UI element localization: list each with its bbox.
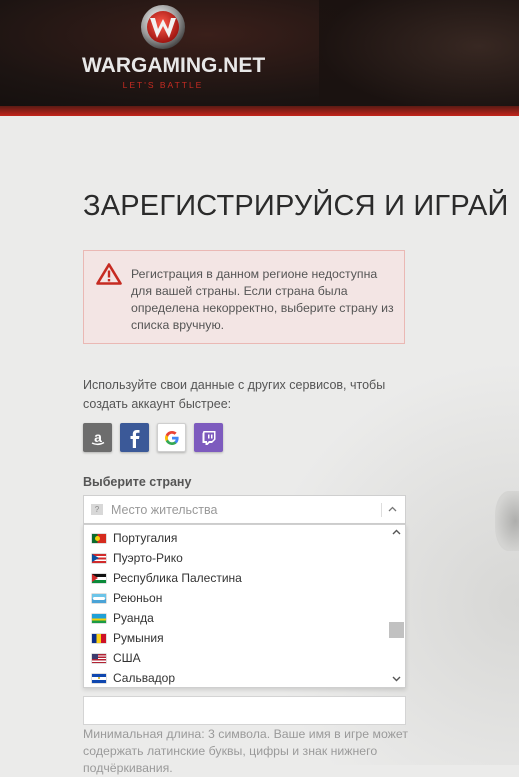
site-header: WARGAMING.NET LET'S BATTLE — [0, 0, 519, 116]
country-option-portugal[interactable]: Португалия — [84, 528, 389, 548]
social-login-prompt: Используйте свои данные с других сервисо… — [83, 378, 386, 411]
scroll-down-arrow-icon[interactable] — [392, 676, 401, 682]
google-login-button[interactable] — [157, 423, 186, 452]
country-option-rwanda[interactable]: Руанда — [84, 608, 389, 628]
palestine-flag-icon — [92, 573, 106, 583]
country-option-palestine[interactable]: Республика Палестина — [84, 568, 389, 588]
game-name-input[interactable] — [83, 696, 406, 725]
warning-triangle-icon — [96, 263, 122, 285]
scrollbar-thumb[interactable] — [389, 622, 404, 638]
usa-flag-icon — [92, 653, 106, 663]
country-option-label: США — [113, 651, 141, 665]
brand-tagline: LET'S BATTLE — [122, 80, 204, 90]
country-select[interactable]: ? Место жительства — [83, 495, 406, 524]
country-option-label: Республика Палестина — [113, 571, 242, 585]
header-background-art — [319, 0, 519, 116]
country-option-label: Португалия — [113, 531, 178, 545]
country-placeholder: Место жительства — [111, 503, 218, 517]
brand-name: WARGAMING.NET — [82, 54, 266, 77]
country-option-label: Румыния — [113, 631, 164, 645]
country-option-label: Пуэрто-Рико — [113, 551, 183, 565]
facebook-login-button[interactable] — [120, 423, 149, 452]
el-salvador-flag-icon — [92, 673, 106, 683]
google-icon — [164, 430, 179, 445]
wargaming-emblem-icon — [141, 5, 185, 49]
facebook-icon — [130, 429, 139, 448]
reunion-flag-icon — [92, 593, 106, 603]
puerto-rico-flag-icon — [92, 553, 106, 563]
select-separator — [381, 503, 382, 517]
game-name-hint: Минимальная длина: 3 символа. Ваше имя в… — [83, 727, 408, 775]
unknown-flag-icon: ? — [91, 504, 103, 515]
country-option-label: Сальвадор — [113, 671, 175, 685]
country-option-label: Реюньон — [113, 591, 163, 605]
country-option-romania[interactable]: Румыния — [84, 628, 389, 648]
country-option-el-salvador[interactable]: Сальвадор — [84, 668, 389, 688]
svg-text:a: a — [94, 429, 102, 445]
region-unavailable-alert: Регистрация в данном регионе недоступна … — [83, 250, 405, 344]
alert-message: Регистрация в данном регионе недоступна … — [131, 267, 394, 332]
country-option-label: Руанда — [113, 611, 154, 625]
country-label: Выберите страну — [83, 475, 192, 489]
romania-flag-icon — [92, 633, 106, 643]
dropdown-scrollbar[interactable] — [388, 525, 405, 687]
amazon-login-button[interactable]: a — [83, 423, 112, 452]
country-dropdown-list[interactable]: Португалия Пуэрто-Рико Республика Палест… — [83, 524, 406, 688]
wargaming-logo[interactable]: WARGAMING.NET LET'S BATTLE — [82, 2, 266, 94]
chevron-up-icon[interactable] — [388, 506, 397, 512]
portugal-flag-icon — [92, 533, 106, 543]
amazon-icon: a — [91, 429, 104, 445]
twitch-login-button[interactable] — [194, 423, 223, 452]
country-option-usa[interactable]: США — [84, 648, 389, 668]
country-option-reunion[interactable]: Реюньон — [84, 588, 389, 608]
twitch-icon — [202, 430, 215, 445]
rwanda-flag-icon — [92, 613, 106, 623]
social-login-buttons: a — [83, 423, 223, 452]
scroll-up-arrow-icon[interactable] — [392, 529, 401, 535]
page-title: ЗАРЕГИСТРИРУЙСЯ И ИГРАЙ — [83, 190, 509, 222]
country-option-puerto-rico[interactable]: Пуэрто-Рико — [84, 548, 389, 568]
